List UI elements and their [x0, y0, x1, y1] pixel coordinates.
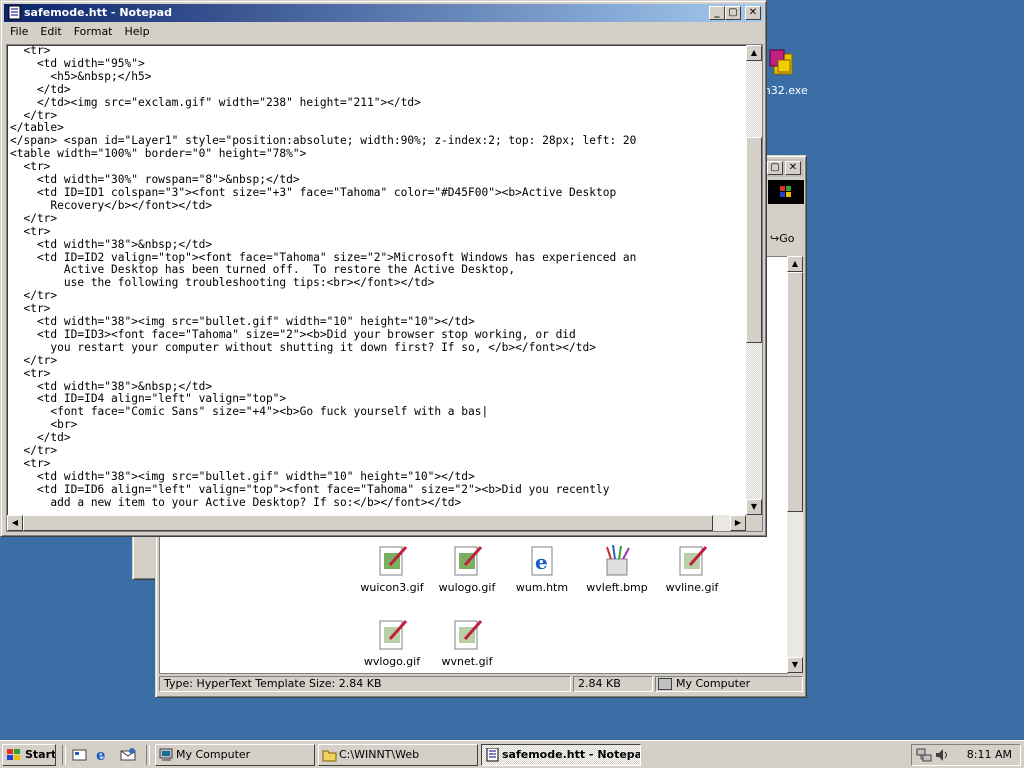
notepad-window[interactable]: safemode.htt - Notepad _ ▢ ✕ File Edit For…: [0, 0, 767, 537]
close-button[interactable]: ✕: [785, 161, 801, 175]
explorer-statusbar: Type: HyperText Template Size: 2.84 KB 2…: [159, 674, 803, 694]
scroll-down-button[interactable]: ▼: [787, 657, 803, 673]
file-item[interactable]: wulogo.gif: [427, 545, 507, 594]
bitmap-image-icon: [601, 544, 633, 577]
file-item[interactable]: wvlogo.gif: [352, 619, 432, 668]
editor-content[interactable]: <tr> <td width="95%"> <h5>&nbsp;</h5> </…: [10, 45, 747, 514]
status-size: 2.84 KB: [573, 676, 653, 692]
scroll-down-button[interactable]: ▼: [746, 499, 762, 515]
scroll-right-button[interactable]: ▶: [730, 515, 746, 531]
gif-image-icon: [451, 545, 483, 577]
menu-format[interactable]: Format: [68, 23, 119, 38]
folder-icon: [322, 748, 337, 762]
menu-edit[interactable]: Edit: [34, 23, 67, 38]
status-zone-label: My Computer: [676, 677, 751, 690]
file-item[interactable]: wvnet.gif: [427, 619, 507, 668]
maximize-button[interactable]: ▢: [725, 6, 741, 20]
status-zone: My Computer: [655, 676, 803, 692]
hscroll-thumb[interactable]: [23, 515, 713, 531]
menu-help[interactable]: Help: [119, 23, 156, 38]
scroll-thumb[interactable]: [746, 137, 762, 343]
task-label: C:\WINNT\Web: [339, 748, 420, 761]
task-winnt-web[interactable]: C:\WINNT\Web: [318, 744, 478, 766]
notepad-vertical-scrollbar[interactable]: ▲ ▼: [746, 45, 762, 515]
file-name: wum.htm: [515, 581, 569, 594]
file-name: wulogo.gif: [438, 581, 496, 594]
scroll-up-button[interactable]: ▲: [787, 256, 803, 272]
file-name: wvleft.bmp: [586, 581, 648, 594]
desktop-icon-exe[interactable]: m32.exe: [760, 48, 820, 98]
desktop-icon-label: m32.exe: [760, 84, 808, 97]
gif-image-icon: [451, 619, 483, 651]
explorer-vertical-scrollbar[interactable]: ▲ ▼: [787, 256, 803, 673]
file-item[interactable]: wuicon3.gif: [352, 545, 432, 594]
show-desktop-icon[interactable]: [72, 747, 88, 763]
file-name: wuicon3.gif: [360, 581, 424, 594]
scroll-corner: [746, 515, 762, 531]
text-editor[interactable]: <tr> <td width="95%"> <h5>&nbsp;</h5> </…: [6, 44, 763, 532]
window-title: safemode.htt - Notepad: [24, 6, 172, 19]
file-name: wvnet.gif: [441, 655, 493, 668]
task-notepad[interactable]: safemode.htt - Notepad: [481, 744, 641, 766]
scroll-up-button[interactable]: ▲: [746, 45, 762, 61]
quick-launch-separator: [146, 745, 150, 765]
file-item[interactable]: e wum.htm: [502, 545, 582, 594]
start-label: Start: [25, 748, 56, 761]
close-button[interactable]: ✕: [745, 6, 761, 20]
task-label: My Computer: [176, 748, 251, 761]
gif-image-icon: [376, 545, 408, 577]
maximize-button[interactable]: ▢: [767, 161, 783, 175]
go-arrow-icon: ↪: [770, 232, 780, 245]
my-computer-icon: [658, 678, 672, 690]
go-label: Go: [779, 232, 795, 245]
menu-bar: File Edit Format Help: [4, 23, 763, 42]
file-item[interactable]: wvleft.bmp: [577, 544, 657, 594]
my-computer-icon: [159, 748, 174, 762]
outlook-express-icon[interactable]: [120, 747, 136, 763]
gif-image-icon: [376, 619, 408, 651]
go-button[interactable]: ↪Go: [768, 229, 804, 249]
quick-launch-separator: [62, 745, 66, 765]
notepad-titlebar[interactable]: safemode.htt - Notepad _ ▢ ✕: [4, 4, 763, 22]
notepad-icon: [485, 747, 500, 762]
notepad-icon: [7, 5, 22, 20]
menu-file[interactable]: File: [4, 23, 34, 38]
minimize-button[interactable]: _: [709, 6, 725, 20]
file-name: wvline.gif: [665, 581, 719, 594]
scroll-left-button[interactable]: ◀: [7, 515, 23, 531]
gif-image-icon: [676, 545, 708, 577]
notepad-horizontal-scrollbar[interactable]: ◀ ▶: [7, 515, 746, 531]
network-icon[interactable]: [916, 747, 932, 763]
scroll-thumb[interactable]: [787, 272, 803, 512]
svg-text:e: e: [535, 550, 548, 574]
status-info: Type: HyperText Template Size: 2.84 KB: [159, 676, 571, 692]
file-name: wvlogo.gif: [363, 655, 421, 668]
start-button[interactable]: Start: [2, 744, 56, 766]
clock[interactable]: 8:11 AM: [967, 748, 1012, 761]
volume-icon[interactable]: [934, 747, 950, 763]
internet-explorer-icon[interactable]: e: [96, 747, 112, 763]
system-tray: 8:11 AM: [911, 744, 1021, 766]
ie-document-icon: e: [526, 545, 558, 577]
application-icon: [768, 48, 796, 78]
file-item[interactable]: wvline.gif: [652, 545, 732, 594]
windows-flag-icon: [6, 748, 21, 762]
taskbar: Start e My Computer C:\WINNT\Web safemod…: [0, 740, 1024, 768]
task-my-computer[interactable]: My Computer: [155, 744, 315, 766]
windows-logo-icon: [768, 180, 804, 204]
task-label: safemode.htt - Notepad: [502, 748, 641, 761]
